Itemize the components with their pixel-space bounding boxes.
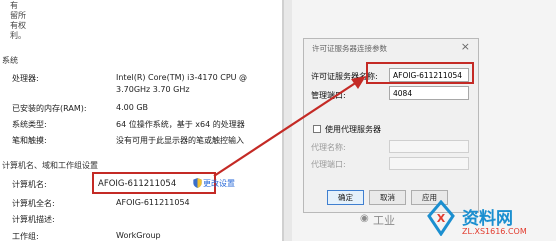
pen-touch-label: 笔和触摸: xyxy=(12,136,47,145)
workgroup-label: 工作组: xyxy=(12,232,39,241)
pen-touch-value: 没有可用于此显示器的笔或触控输入 xyxy=(116,136,244,145)
panel-edge xyxy=(284,0,292,241)
system-type-value: 64 位操作系统，基于 x64 的处理器 xyxy=(116,120,245,129)
port-label: 管理端口: xyxy=(311,91,346,100)
computer-description-label: 计算机描述: xyxy=(12,215,55,224)
cancel-button[interactable]: 取消 xyxy=(369,190,406,205)
processor-label: 处理器: xyxy=(12,74,39,83)
use-proxy-checkbox[interactable] xyxy=(313,125,321,133)
svg-text:X: X xyxy=(437,212,446,225)
use-proxy-label: 使用代理服务器 xyxy=(325,125,381,134)
ok-button[interactable]: 确定 xyxy=(327,190,364,205)
proxy-port-input[interactable] xyxy=(389,157,469,170)
ram-label: 已安装的内存(RAM): xyxy=(12,104,87,113)
watermark-logo-icon: X xyxy=(427,200,455,236)
watermark-brand: 资料网 xyxy=(462,209,513,229)
computer-section-header: 计算机名、域和工作组设置 xyxy=(2,161,98,170)
system-section-header: 系统 xyxy=(2,56,18,65)
computer-name-label: 计算机名: xyxy=(12,180,47,189)
system-type-label: 系统类型: xyxy=(12,120,47,129)
workgroup-value: WorkGroup xyxy=(116,231,161,240)
change-settings-link[interactable]: 更改设置 xyxy=(203,178,235,189)
close-icon[interactable]: × xyxy=(461,41,470,52)
proxy-name-label: 代理名称: xyxy=(311,143,346,152)
ram-value: 4.00 GB xyxy=(116,103,149,112)
watermark-url: ZL.XS1616.COM xyxy=(462,227,527,236)
processor-value-line2: 3.70GHz 3.70 GHz xyxy=(116,85,190,94)
watermark-left-text: 工业 xyxy=(373,214,395,227)
corner-text-line: 利。 xyxy=(10,31,26,40)
proxy-port-label: 代理端口: xyxy=(311,160,346,169)
system-properties-panel: 有 留所 有权 利。 系统 处理器: Intel(R) Core(TM) i3-… xyxy=(0,0,282,241)
full-computer-name-label: 计算机全名: xyxy=(12,199,55,208)
watermark-wechat-icon: ◉ xyxy=(360,213,369,224)
shield-icon xyxy=(193,178,202,188)
processor-value: Intel(R) Core(TM) i3-4170 CPU @ xyxy=(116,73,248,82)
server-name-highlight xyxy=(366,62,474,84)
port-input[interactable] xyxy=(389,86,469,100)
dialog-title: 许可证服务器连接参数 xyxy=(312,44,387,53)
full-computer-name-value: AFOIG-611211054 xyxy=(116,198,190,207)
proxy-name-input[interactable] xyxy=(389,140,469,153)
